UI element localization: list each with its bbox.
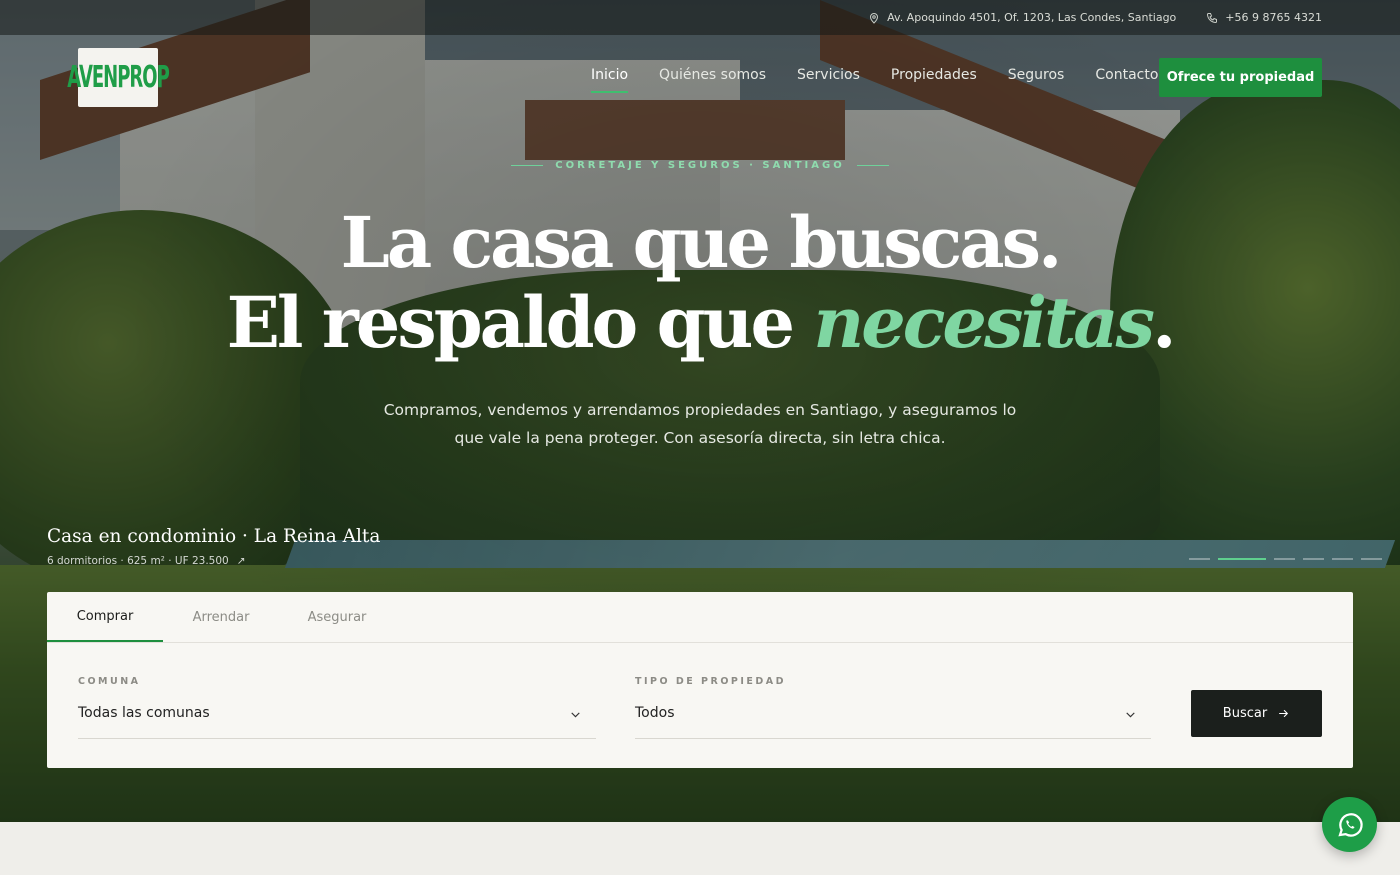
- tipo-select[interactable]: Todos: [635, 705, 1151, 739]
- whatsapp-icon: [1337, 812, 1363, 837]
- slider-dot[interactable]: [1332, 558, 1353, 560]
- nav-item-quienes-somos[interactable]: Quiénes somos: [659, 67, 766, 93]
- location-pin-icon: [870, 12, 879, 24]
- search-button[interactable]: Buscar: [1191, 690, 1322, 737]
- address-text: Av. Apoquindo 4501, Of. 1203, Las Condes…: [887, 11, 1177, 24]
- hero-headline-line2: El respaldo que necesitas.: [0, 288, 1400, 358]
- top-info-bar: Av. Apoquindo 4501, Of. 1203, Las Condes…: [0, 0, 1400, 35]
- main-nav: Inicio Quiénes somos Servicios Propiedad…: [591, 67, 1158, 93]
- search-button-label: Buscar: [1222, 706, 1268, 721]
- address-info[interactable]: Av. Apoquindo 4501, Of. 1203, Las Condes…: [868, 11, 1176, 24]
- whatsapp-button[interactable]: [1322, 797, 1377, 852]
- phone-icon: [1207, 12, 1218, 23]
- tab-asegurar[interactable]: Asegurar: [279, 592, 395, 642]
- tab-comprar[interactable]: Comprar: [47, 592, 163, 642]
- headline-emphasis: necesitas: [813, 281, 1155, 364]
- phone-info[interactable]: +56 9 8765 4321: [1206, 11, 1322, 24]
- slider-dot[interactable]: [1189, 558, 1210, 560]
- slide-meta-text: 6 dormitorios · 625 m² · UF 23.500: [47, 555, 229, 567]
- comuna-label: COMUNA: [78, 676, 141, 687]
- tipo-label: TIPO DE PROPIEDAD: [635, 676, 787, 687]
- eyebrow-text: CORRETAJE Y SEGUROS · SANTIAGO: [555, 160, 845, 171]
- arrow-right-icon: [1279, 709, 1289, 718]
- slider-dot[interactable]: [1303, 558, 1324, 560]
- search-tabs: Comprar Arrendar Asegurar: [47, 592, 1353, 643]
- hero-subtitle: Compramos, vendemos y arrendamos propied…: [383, 401, 1017, 447]
- eyebrow-line-right: [856, 165, 889, 166]
- phone-text: +56 9 8765 4321: [1225, 11, 1322, 24]
- nav-item-contacto[interactable]: Contacto: [1095, 67, 1158, 93]
- brand-logo[interactable]: AVENPROP: [67, 48, 170, 107]
- headline-line2-prefix: El respaldo que: [226, 281, 814, 364]
- slider-dots: [1189, 558, 1382, 560]
- slider-dot[interactable]: [1218, 558, 1266, 560]
- tab-arrendar[interactable]: Arrendar: [163, 592, 279, 642]
- nav-item-seguros[interactable]: Seguros: [1008, 67, 1065, 93]
- search-card: Comprar Arrendar Asegurar COMUNA Todas l…: [47, 592, 1353, 768]
- slider-dot[interactable]: [1361, 558, 1382, 560]
- slide-title[interactable]: Casa en condominio · La Reina Alta: [47, 526, 380, 547]
- comuna-select[interactable]: Todas las comunas: [78, 705, 596, 739]
- nav-item-propiedades[interactable]: Propiedades: [891, 67, 977, 93]
- tipo-value: Todos: [635, 705, 675, 721]
- eyebrow-line-left: [511, 165, 544, 166]
- logo-text: AVENPROP: [67, 59, 170, 96]
- slide-meta[interactable]: 6 dormitorios · 625 m² · UF 23.500 ↗: [47, 555, 246, 567]
- next-section: [0, 822, 1400, 875]
- chevron-down-icon: [571, 712, 580, 718]
- tipo-field: TIPO DE PROPIEDAD Todos: [635, 676, 1151, 739]
- nav-item-inicio[interactable]: Inicio: [591, 67, 629, 93]
- comuna-field: COMUNA Todas las comunas: [78, 676, 596, 739]
- chevron-down-icon: [1126, 712, 1135, 718]
- hero-headline-line1: La casa que buscas.: [340, 201, 1063, 284]
- slider-dot[interactable]: [1274, 558, 1295, 560]
- hero-eyebrow: CORRETAJE Y SEGUROS · SANTIAGO: [0, 160, 1400, 171]
- comuna-value: Todas las comunas: [78, 705, 210, 721]
- offer-property-button[interactable]: Ofrece tu propiedad: [1159, 58, 1322, 97]
- nav-item-servicios[interactable]: Servicios: [797, 67, 860, 93]
- arrow-up-right-icon: ↗: [236, 555, 246, 567]
- headline-line2-suffix: .: [1152, 281, 1176, 364]
